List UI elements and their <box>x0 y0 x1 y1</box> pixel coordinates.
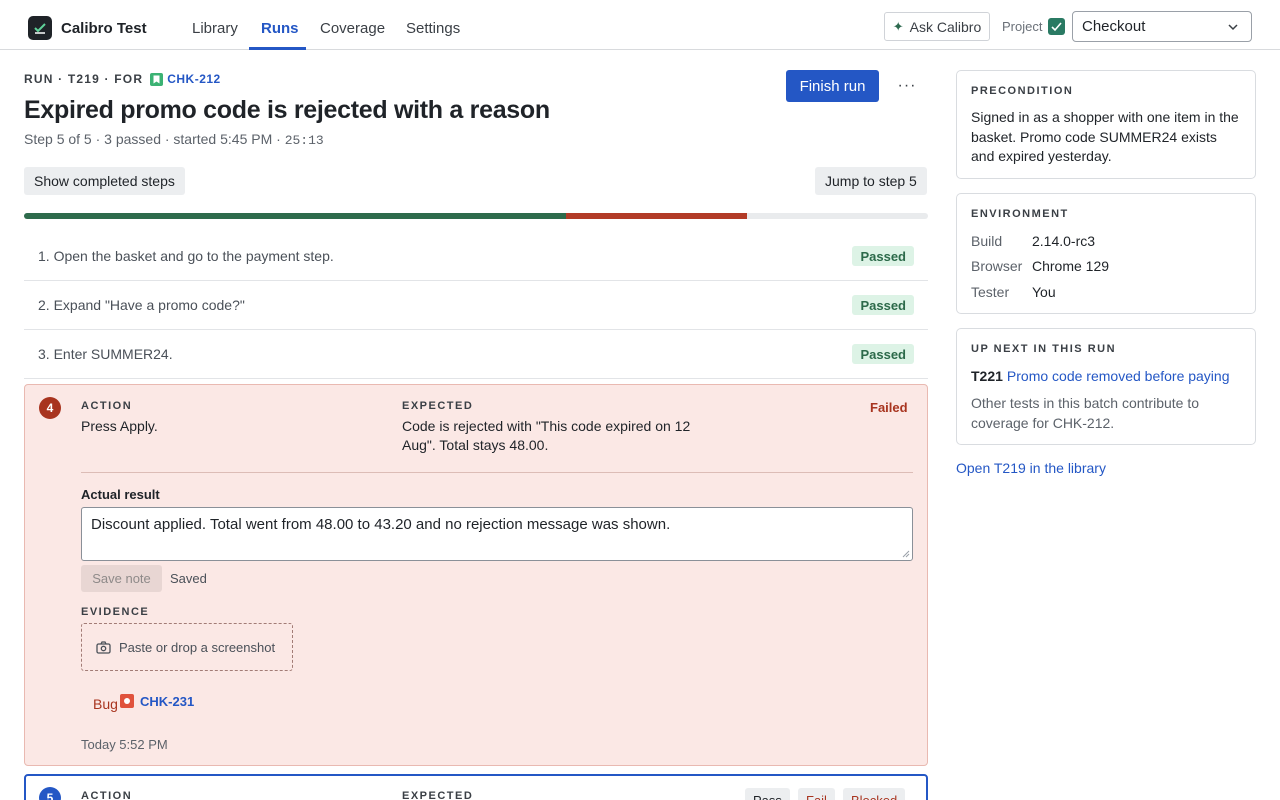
actual-result-text: Discount applied. Total went from 48.00 … <box>91 516 671 533</box>
precondition-title: PRECONDITION <box>971 85 1074 97</box>
project-label: Project <box>1002 19 1043 34</box>
environment-card: ENVIRONMENT Build 2.14.0-rc3 Browser Chr… <box>956 193 1256 314</box>
action-label: ACTION <box>81 790 133 800</box>
env-value: Chrome 129 <box>1032 258 1110 274</box>
status-badge: Passed <box>852 246 914 266</box>
step-text: 1. Open the basket and go to the payment… <box>38 248 334 264</box>
show-completed-steps-button[interactable]: Show completed steps <box>24 167 185 195</box>
elapsed-timer: 25:13 <box>284 133 324 148</box>
drop-zone-label: Paste or drop a screenshot <box>119 639 276 655</box>
expected-label: EXPECTED <box>402 790 474 800</box>
step-number-badge: 5 <box>39 787 61 800</box>
step-text: 3. Enter SUMMER24. <box>38 346 173 362</box>
tab-library[interactable]: Library <box>192 20 238 37</box>
active-tab-indicator <box>249 47 306 50</box>
precondition-text: Signed in as a shopper with one item in … <box>971 109 1239 164</box>
project-select[interactable]: Checkout <box>1072 11 1252 42</box>
env-key: Build <box>971 233 1003 249</box>
step-row[interactable]: 3. Enter SUMMER24. Passed <box>24 330 928 379</box>
action-text: Press Apply. <box>81 418 158 434</box>
page-title: Expired promo code is rejected with a re… <box>24 96 550 124</box>
bug-label: Bug <box>93 696 118 712</box>
failed-status[interactable]: Failed <box>870 400 908 415</box>
sparkle-icon: ✦ <box>892 18 904 34</box>
more-options-icon[interactable]: ··· <box>895 74 919 98</box>
step-timestamp: Today 5:52 PM <box>81 737 168 752</box>
run-meta: RUN · T219 · FOR CHK-212 <box>24 72 221 86</box>
status-badge: Passed <box>852 295 914 315</box>
environment-title: ENVIRONMENT <box>971 208 1069 220</box>
status-badge: Passed <box>852 344 914 364</box>
run-progress-bar <box>24 213 928 219</box>
env-value: 2.14.0-rc3 <box>1032 233 1096 249</box>
ask-calibro-button[interactable]: ✦ Ask Calibro <box>884 12 990 41</box>
env-value: You <box>1032 284 1056 300</box>
up-next-title: UP NEXT IN THIS RUN <box>971 343 1117 355</box>
jump-to-step-button[interactable]: Jump to step 5 <box>815 167 927 195</box>
story-icon <box>150 72 164 86</box>
run-meta-prefix: RUN · T219 · FOR <box>24 72 144 86</box>
chevron-down-icon <box>1228 24 1238 31</box>
top-bar: Calibro Test Library Runs Coverage Setti… <box>0 0 1280 50</box>
failed-step-card: 4 ACTION Press Apply. EXPECTED Code is r… <box>24 384 928 766</box>
saved-indicator: Saved <box>170 571 207 586</box>
app-name: Calibro Test <box>61 20 147 37</box>
up-next-id: T221 <box>971 368 1003 384</box>
resize-handle-icon[interactable] <box>902 550 910 558</box>
up-next-link[interactable]: T221 Promo code removed before paying <box>971 368 1230 384</box>
tab-settings[interactable]: Settings <box>406 20 460 37</box>
active-step-card: 5 ACTION EXPECTED Pass Fail Blocked <box>24 774 928 800</box>
actual-result-label: Actual result <box>81 487 160 502</box>
progress-passed-segment <box>24 213 567 219</box>
up-next-card: UP NEXT IN THIS RUN T221 Promo code remov… <box>956 328 1256 445</box>
tab-runs[interactable]: Runs <box>261 20 299 37</box>
story-link[interactable]: CHK-212 <box>167 72 221 86</box>
step-number-badge: 4 <box>39 397 61 419</box>
pass-button[interactable]: Pass <box>745 788 790 800</box>
step-row[interactable]: 1. Open the basket and go to the payment… <box>24 232 928 281</box>
app-logo-icon[interactable] <box>28 16 52 40</box>
finish-run-button[interactable]: Finish run <box>786 70 879 102</box>
precondition-card: PRECONDITION Signed in as a shopper with… <box>956 70 1256 179</box>
expected-label: EXPECTED <box>402 400 474 412</box>
env-key: Browser <box>971 258 1023 274</box>
blocked-button[interactable]: Blocked <box>843 788 906 800</box>
up-next-note: Other tests in this batch contribute to … <box>971 395 1200 431</box>
save-note-button[interactable]: Save note <box>81 565 162 592</box>
actual-result-input[interactable]: Discount applied. Total went from 48.00 … <box>81 507 913 561</box>
bug-link[interactable]: CHK-231 <box>140 694 194 709</box>
project-select-value: Checkout <box>1082 18 1146 35</box>
camera-icon <box>96 640 111 654</box>
divider <box>81 472 913 473</box>
expected-text: Code is rejected with "This code expired… <box>402 418 691 453</box>
run-subline: Step 5 of 5 · 3 passed · started 5:45 PM… <box>24 131 324 148</box>
env-key: Tester <box>971 284 1010 300</box>
evidence-label: EVIDENCE <box>81 606 150 618</box>
progress-failed-segment <box>566 213 748 219</box>
evidence-drop-zone[interactable]: Paste or drop a screenshot <box>81 623 293 671</box>
run-summary: Step 5 of 5 · 3 passed · started 5:45 PM… <box>24 131 285 147</box>
up-next-title-link: Promo code removed before paying <box>1006 368 1230 384</box>
ask-calibro-label: Ask Calibro <box>909 18 982 35</box>
step-row[interactable]: 2. Expand "Have a promo code?" Passed <box>24 281 928 330</box>
open-in-library-link[interactable]: Open T219 in the library <box>956 460 1106 476</box>
bug-icon <box>120 694 134 708</box>
step-text: 2. Expand "Have a promo code?" <box>38 297 245 313</box>
action-label: ACTION <box>81 400 133 412</box>
tab-coverage[interactable]: Coverage <box>320 20 385 37</box>
fail-button[interactable]: Fail <box>798 788 835 800</box>
project-icon <box>1048 18 1065 35</box>
